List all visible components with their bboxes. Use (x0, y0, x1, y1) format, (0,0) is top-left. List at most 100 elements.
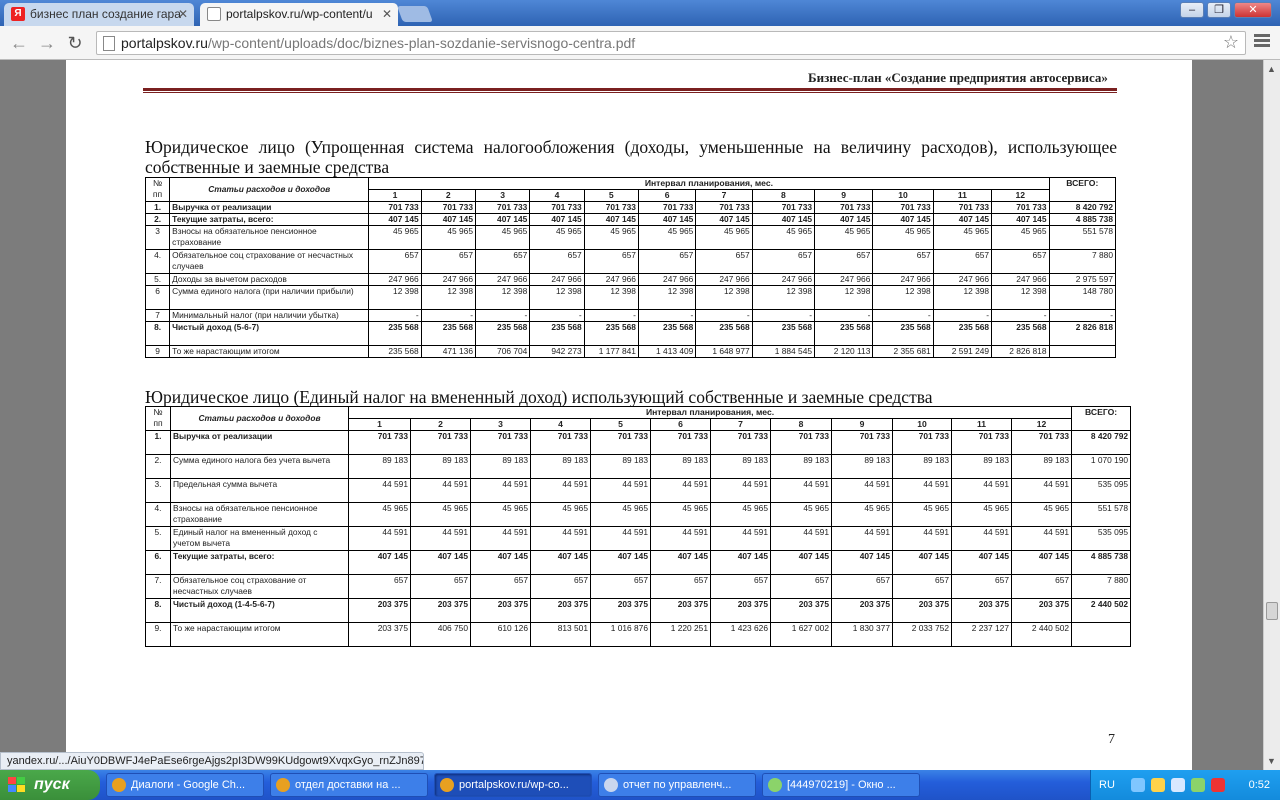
row-value: 657 (410, 574, 471, 599)
row-number: 2. (144, 213, 171, 226)
table-row: 8. Чистый доход (1-4-5-6-7) 203 375 203 375… (145, 598, 1132, 623)
row-value: 203 375 (831, 598, 893, 623)
bluetooth-icon[interactable] (1131, 778, 1145, 792)
scroll-thumb[interactable] (1266, 602, 1278, 620)
row-value: 44 591 (892, 526, 952, 551)
row-label: Текущие затраты, всего: (170, 550, 349, 575)
header-month: 10 (892, 418, 952, 431)
row-value: 1 413 409 (637, 345, 697, 358)
row-value: 657 (348, 574, 411, 599)
row-value: 701 733 (590, 430, 651, 455)
close-tab-icon[interactable]: ✕ (382, 3, 392, 25)
start-label: пуск (34, 776, 70, 793)
tab-pdf[interactable]: portalpskov.ru/wp-content/u ✕ (200, 3, 398, 26)
volume-icon[interactable] (1191, 778, 1205, 792)
row-value: - (991, 309, 1050, 322)
row-value: 701 733 (695, 201, 753, 214)
row-value: 407 145 (410, 550, 471, 575)
close-tab-icon[interactable]: ✕ (178, 3, 188, 25)
bookmark-star-icon[interactable]: ☆ (1223, 32, 1239, 53)
row-value: 45 965 (650, 502, 711, 527)
taskbar-item[interactable]: portalpskov.ru/wp-co... (434, 773, 592, 797)
row-total (1071, 622, 1132, 647)
row-value: 45 965 (751, 225, 816, 250)
row-value: 701 733 (420, 201, 476, 214)
row-number: 2. (145, 454, 171, 479)
row-value: 44 591 (710, 526, 771, 551)
tab-search[interactable]: Я бизнес план создание гара ✕ (4, 3, 194, 26)
row-value: 203 375 (770, 598, 832, 623)
row-value: 407 145 (991, 213, 1050, 226)
row-value: - (637, 309, 697, 322)
row-value: 657 (530, 574, 591, 599)
new-tab-button[interactable] (397, 6, 433, 22)
header-month: 8 (770, 418, 832, 431)
table-row: 1. Выручка от реализации 701 733 701 733 701… (144, 201, 1116, 214)
clock: 0:52 (1248, 779, 1270, 791)
app-icon (604, 778, 618, 792)
row-total: 2 440 502 (1071, 598, 1132, 623)
address-bar[interactable]: portalpskov.ru/wp-content/uploads/doc/bi… (96, 31, 1246, 55)
forward-button[interactable]: → (36, 32, 58, 54)
row-value: 247 966 (751, 273, 816, 286)
row-value: 44 591 (470, 478, 531, 503)
row-value: 701 733 (1010, 430, 1073, 455)
minimize-button[interactable]: – (1180, 2, 1204, 18)
taskbar-item[interactable]: отчет по управленч... (598, 773, 756, 797)
row-value: 45 965 (831, 502, 893, 527)
row-value: 657 (991, 249, 1050, 274)
row-value: 45 965 (368, 225, 422, 250)
row-number: 3 (144, 225, 171, 250)
row-value: 701 733 (951, 430, 1012, 455)
row-value: 45 965 (530, 502, 591, 527)
row-value: 407 145 (590, 550, 651, 575)
row-value: 12 398 (991, 285, 1050, 310)
taskbar-item[interactable]: [444970219] - Окно ... (762, 773, 920, 797)
row-number: 9. (145, 622, 171, 647)
scroll-up-icon[interactable]: ▲ (1267, 64, 1276, 74)
row-value: 247 966 (637, 273, 697, 286)
row-value: - (583, 309, 639, 322)
row-value: - (932, 309, 993, 322)
language-indicator[interactable]: RU (1099, 770, 1115, 800)
taskbar-item[interactable]: Диалоги - Google Ch... (106, 773, 264, 797)
vertical-scrollbar[interactable]: ▲ ▼ (1263, 60, 1280, 770)
antivirus-icon[interactable] (1211, 778, 1225, 792)
row-number: 4. (145, 502, 171, 527)
close-window-button[interactable]: ✕ (1234, 2, 1272, 18)
row-value: 701 733 (348, 430, 411, 455)
row-value: 235 568 (991, 321, 1050, 346)
row-value: 45 965 (410, 502, 471, 527)
header-interval: Интервал планирования, мес. (368, 177, 1050, 190)
start-button[interactable]: пуск (0, 770, 100, 800)
header-month: 6 (637, 189, 697, 202)
reload-button[interactable]: ↻ (64, 32, 86, 54)
row-value: 45 965 (710, 502, 771, 527)
back-button[interactable]: ← (8, 32, 30, 54)
header-month: 5 (590, 418, 651, 431)
row-total: 535 095 (1071, 526, 1132, 551)
row-value: 44 591 (951, 478, 1012, 503)
scroll-down-icon[interactable]: ▼ (1267, 756, 1276, 766)
row-label: То же нарастающим итогом (169, 345, 370, 358)
header-month: 9 (814, 189, 874, 202)
security-icon[interactable] (1151, 778, 1165, 792)
table-row: 6 Сумма единого налога (при наличии прибы… (144, 285, 1116, 310)
maximize-button[interactable]: ❐ (1207, 2, 1231, 18)
row-value: 203 375 (348, 622, 411, 647)
row-value: - (368, 309, 422, 322)
header-month: 2 (410, 418, 471, 431)
menu-icon[interactable] (1254, 34, 1270, 48)
row-total: 8 420 792 (1048, 201, 1116, 214)
url-text[interactable]: portalpskov.ru/wp-content/uploads/doc/bi… (121, 35, 635, 51)
header-total: ВСЕГО: (1071, 406, 1132, 431)
row-value: 247 966 (474, 273, 531, 286)
header-month: 5 (583, 189, 639, 202)
taskbar-item-label: portalpskov.ru/wp-co... (459, 779, 569, 791)
taskbar-item[interactable]: отдел доставки на ... (270, 773, 428, 797)
row-total: 1 070 190 (1071, 454, 1132, 479)
row-label: Взносы на обязательное пенсионное страхо… (169, 225, 370, 250)
network-icon[interactable] (1171, 778, 1185, 792)
windows-logo-icon (8, 777, 26, 793)
row-value: 44 591 (348, 478, 411, 503)
